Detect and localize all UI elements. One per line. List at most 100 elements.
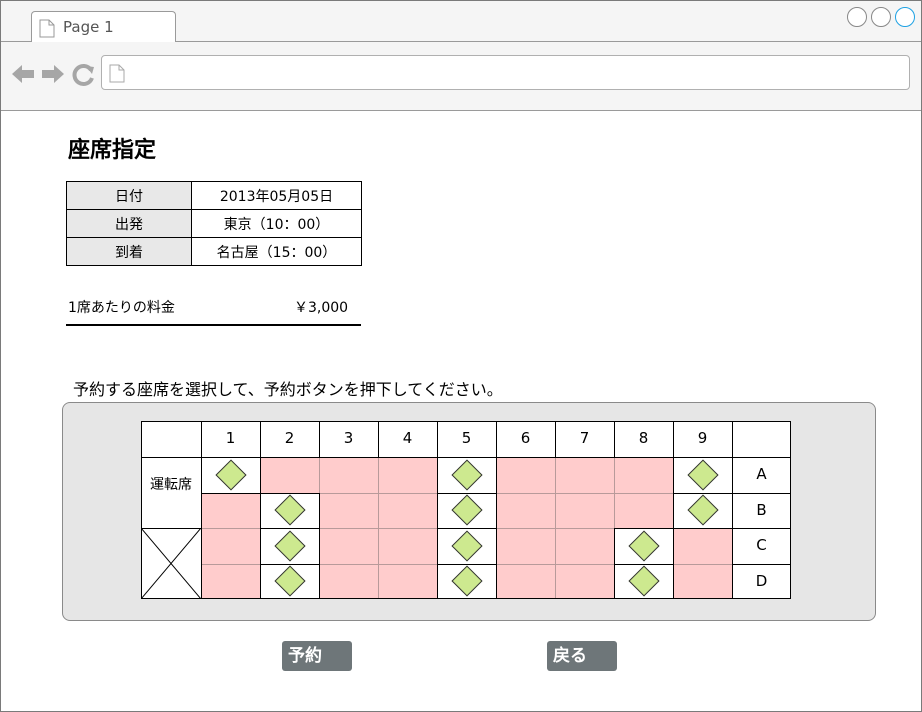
column-number: 6 xyxy=(520,429,531,447)
window-button-1[interactable] xyxy=(847,7,867,27)
seat-cell-3B xyxy=(319,492,378,528)
info-label: 日付 xyxy=(66,181,192,210)
column-number: 4 xyxy=(402,429,413,447)
seat-border xyxy=(437,457,438,493)
address-input[interactable] xyxy=(132,60,896,86)
price-value: ￥3,000 xyxy=(294,300,349,316)
seat-cell-7C xyxy=(555,528,614,564)
grid-row-line xyxy=(141,457,791,458)
driver-seat-label: 運転席 xyxy=(150,476,192,493)
seat-border xyxy=(673,492,674,528)
window-button-3[interactable] xyxy=(895,7,915,27)
column-number: 9 xyxy=(697,429,708,447)
seat-cell-4D xyxy=(378,563,437,599)
info-row-departure: 出発 東京（10：00） xyxy=(66,209,362,238)
seat-border xyxy=(437,492,496,494)
seat-cell-6D xyxy=(496,563,555,599)
seat-border xyxy=(496,457,497,493)
info-label: 到着 xyxy=(66,237,192,266)
grid-col-line xyxy=(673,421,674,457)
info-row-arrival: 到着 名古屋（15：00） xyxy=(66,237,362,266)
page-icon xyxy=(39,19,55,38)
seat-border xyxy=(673,528,674,564)
reload-icon[interactable] xyxy=(72,63,96,87)
seat-border xyxy=(437,563,496,565)
seat-cell-8B xyxy=(614,492,673,528)
seat-map-grid: 1 2 3 4 5 6 7 8 9 A B C D 運転席 xyxy=(141,421,792,600)
row-label: D xyxy=(755,571,768,590)
browser-chrome: Page 1 xyxy=(1,1,921,111)
seat-border xyxy=(437,492,438,528)
price-underline xyxy=(66,324,361,326)
info-value: 名古屋（15：00） xyxy=(191,237,362,266)
seat-border xyxy=(260,528,261,564)
grid-edge-line xyxy=(201,421,202,599)
column-number: 8 xyxy=(638,429,649,447)
trip-info-table: 日付 2013年05月05日 出発 東京（10：00） 到着 名古屋（15：00… xyxy=(66,181,362,266)
seat-border xyxy=(260,457,261,493)
seat-border xyxy=(319,492,320,528)
seat-cell-3C xyxy=(319,528,378,564)
address-bar[interactable] xyxy=(101,55,910,90)
seat-cell-4B xyxy=(378,492,437,528)
seat-cell-3A xyxy=(319,457,378,493)
driver-box-line xyxy=(141,528,201,529)
row-label-line xyxy=(732,528,791,529)
grid-row-line xyxy=(141,598,791,599)
seat-border xyxy=(260,492,261,528)
browser-tab[interactable]: Page 1 xyxy=(31,11,176,42)
column-number: 7 xyxy=(579,429,590,447)
grid-col-line xyxy=(555,421,556,457)
info-value: 東京（10：00） xyxy=(191,209,362,238)
seat-border xyxy=(614,528,615,564)
seat-border xyxy=(673,457,674,493)
seat-cell-9D xyxy=(673,563,732,599)
page-title: 座席指定 xyxy=(68,138,157,163)
seat-border xyxy=(260,563,319,565)
grid-edge-line xyxy=(141,421,142,599)
column-number: 1 xyxy=(225,429,236,447)
blocked-area-cross xyxy=(141,528,201,599)
seat-cell-2A xyxy=(260,457,319,493)
seat-border xyxy=(319,528,320,564)
seat-border xyxy=(614,563,673,565)
seat-border xyxy=(201,492,260,494)
row-label: C xyxy=(756,536,767,554)
row-label-line xyxy=(732,492,791,494)
seat-cell-4C xyxy=(378,528,437,564)
seat-border xyxy=(732,457,733,493)
seat-cell-7B xyxy=(555,492,614,528)
grid-row-line xyxy=(141,421,791,422)
seat-border xyxy=(437,563,438,599)
back-button[interactable]: 戻る xyxy=(547,641,617,671)
seat-border xyxy=(437,528,496,529)
seat-cell-4A xyxy=(378,457,437,493)
row-label: B xyxy=(756,500,767,519)
row-label: A xyxy=(756,465,767,483)
seat-cell-3D xyxy=(319,563,378,599)
column-number: 2 xyxy=(284,429,295,447)
info-row-date: 日付 2013年05月05日 xyxy=(66,181,362,210)
seat-border xyxy=(319,563,320,599)
seat-border xyxy=(673,563,674,599)
column-number: 5 xyxy=(461,429,472,447)
forward-arrow-icon[interactable] xyxy=(41,63,65,85)
seat-border xyxy=(201,457,202,493)
tab-title: Page 1 xyxy=(63,18,114,36)
back-arrow-icon[interactable] xyxy=(11,63,35,85)
seat-cell-1D xyxy=(201,563,260,599)
seat-border xyxy=(260,528,319,529)
grid-col-line xyxy=(319,421,320,457)
page-icon xyxy=(109,64,125,83)
window-button-2[interactable] xyxy=(871,7,891,27)
price-label: 1席あたりの料金 xyxy=(68,300,175,316)
reserve-button[interactable]: 予約 xyxy=(282,641,352,671)
seat-cell-6B xyxy=(496,492,555,528)
instruction-text: 予約する座席を選択して、予約ボタンを押下してください。 xyxy=(73,380,503,399)
seat-cell-1B xyxy=(201,492,260,528)
seat-border xyxy=(673,492,732,494)
column-number: 3 xyxy=(343,429,354,447)
grid-edge-line xyxy=(790,421,791,599)
seat-border xyxy=(260,492,319,494)
seat-cell-7A xyxy=(555,457,614,493)
